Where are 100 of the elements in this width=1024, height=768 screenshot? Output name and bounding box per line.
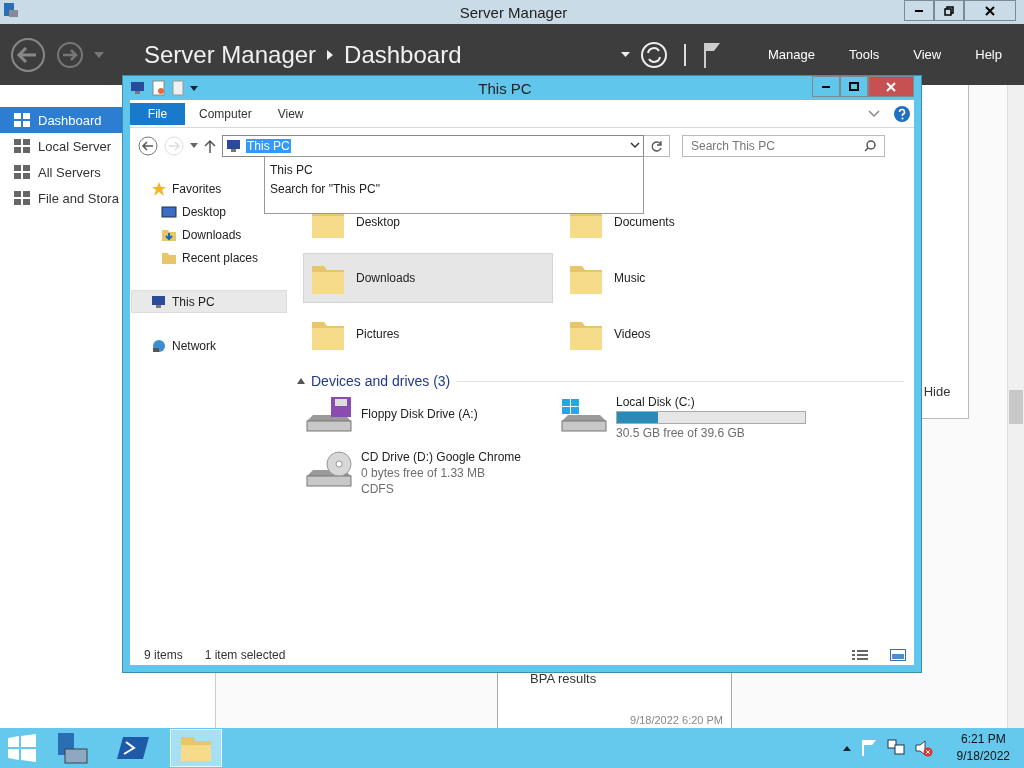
refresh-button[interactable] [644,134,670,157]
drive-detail: 0 bytes free of 1.33 MB [361,466,487,480]
folder-icon [161,227,177,242]
close-icon [985,5,995,16]
status-text: 9 items [144,648,183,662]
refresh-icon [650,139,663,152]
computer-icon [130,81,146,95]
flag-icon[interactable] [701,40,722,69]
tile-icon [14,165,30,179]
suggestion-item[interactable]: This PC [270,160,638,179]
scroll-thumb[interactable] [1009,389,1023,424]
search-icon [864,139,876,152]
nav-label: Desktop [182,204,227,219]
status-text: 1 item selected [204,648,286,662]
close-button[interactable] [964,0,1016,21]
tile-icon [14,113,30,127]
network-icon [151,338,167,353]
scrollbar[interactable] [1007,85,1024,728]
tile-time: 9/18/2022 6:20 PM [630,714,724,726]
collapse-icon[interactable] [297,378,305,384]
folder-item[interactable]: Music [561,253,811,303]
minimize-icon [915,9,923,12]
sidebar-label: File and Stora [38,190,119,206]
folder-item[interactable]: Pictures [303,309,553,359]
section-title[interactable]: Devices and drives (3) [311,373,451,389]
folder-name: Desktop [356,215,401,229]
breadcrumb-page: Dashboard [344,40,462,69]
sidebar-label: All Servers [38,164,101,180]
menu-item[interactable]: Tools [836,47,892,62]
forward-icon[interactable] [56,40,84,69]
drive-detail: CDFS [361,482,395,496]
monitor-icon [161,204,177,219]
tiles-view-icon[interactable] [890,649,906,661]
drive-detail: 30.5 GB free of 39.6 GB [616,426,746,440]
restore-button[interactable] [934,0,964,21]
clock[interactable]: 6:21 PM 9/18/2022 [942,731,1016,765]
minimize-button[interactable] [904,0,934,21]
suggestion-item[interactable]: Search for "This PC" [270,179,638,198]
window-title: Server Manager [458,3,569,21]
folder-name: Music [614,271,646,285]
address-text: This PC [246,138,291,153]
drive-item[interactable]: Local Disk (C:) 30.5 GB free of 39.6 GB [558,395,813,440]
ribbon-tab[interactable]: View [265,103,316,125]
minimize-button[interactable] [812,76,840,97]
nav-item[interactable]: Network [131,334,287,357]
window-title: This PC [477,79,533,97]
drive-name: Floppy Disk Drive (A:) [361,407,478,421]
menu-item[interactable]: Manage [755,47,827,62]
sidebar-item[interactable]: Local Server [0,133,215,159]
hide-button[interactable]: Hide [917,383,957,400]
tile-icon [14,139,30,153]
back-icon[interactable] [138,135,158,156]
folder-name: Pictures [356,327,400,341]
search-field[interactable]: Search This PC [682,134,885,157]
menu-item[interactable]: Help [963,47,1014,62]
chevron-down-icon[interactable] [630,142,640,149]
computer-icon [226,138,242,153]
nav-label: Recent places [182,250,259,265]
chevron-icon [326,49,335,60]
caret-up-icon[interactable] [842,745,851,751]
nav-item[interactable]: This PC [131,290,287,313]
folder-item[interactable]: Videos [561,309,811,359]
tile-icon [14,191,30,205]
tile-title: BPA results [529,671,598,686]
cd-drive-icon [303,450,355,490]
help-icon[interactable] [894,105,910,122]
caret-icon[interactable] [190,143,198,148]
folder-name: Documents [614,215,675,229]
up-arrow-icon[interactable] [204,138,216,153]
refresh-icon[interactable] [639,40,668,69]
network-icon[interactable] [886,739,905,757]
nav-item[interactable]: Recent places [131,246,287,269]
breadcrumb-app[interactable]: Server Manager [144,40,317,69]
back-icon[interactable] [10,36,46,73]
close-icon [886,81,896,92]
speaker-muted-icon[interactable] [914,739,933,757]
restore-icon [944,5,954,16]
clock-date: 9/18/2022 [956,748,1010,765]
floppy-drive-icon [303,395,355,435]
sidebar-label: Local Server [38,138,111,154]
ribbon-tab[interactable]: File [130,103,185,125]
drive-name: Local Disk (C:) [616,395,696,409]
computer-icon [151,294,167,309]
properties-icon[interactable] [152,80,166,96]
folder-icon [161,250,177,265]
caret-icon[interactable] [620,52,630,57]
nav-item[interactable]: Downloads [131,223,287,246]
start-button[interactable] [8,734,36,762]
menu-item[interactable]: View [901,47,954,62]
search-placeholder: Search This PC [691,138,775,153]
drive-item[interactable]: CD Drive (D:) Google Chrome 0 bytes free of 1.33 MB CDFS [303,450,558,496]
folder-name: Videos [614,327,651,341]
folder-name: Downloads [356,271,416,285]
sidebar-label: Dashboard [38,112,102,128]
folder-item[interactable]: Downloads [303,253,553,303]
details-view-icon[interactable] [852,649,868,661]
drive-item[interactable]: Floppy Disk Drive (A:) [303,395,558,440]
maximize-button[interactable] [840,76,868,97]
app-icon [3,2,19,18]
server-manager-icon [55,731,89,765]
